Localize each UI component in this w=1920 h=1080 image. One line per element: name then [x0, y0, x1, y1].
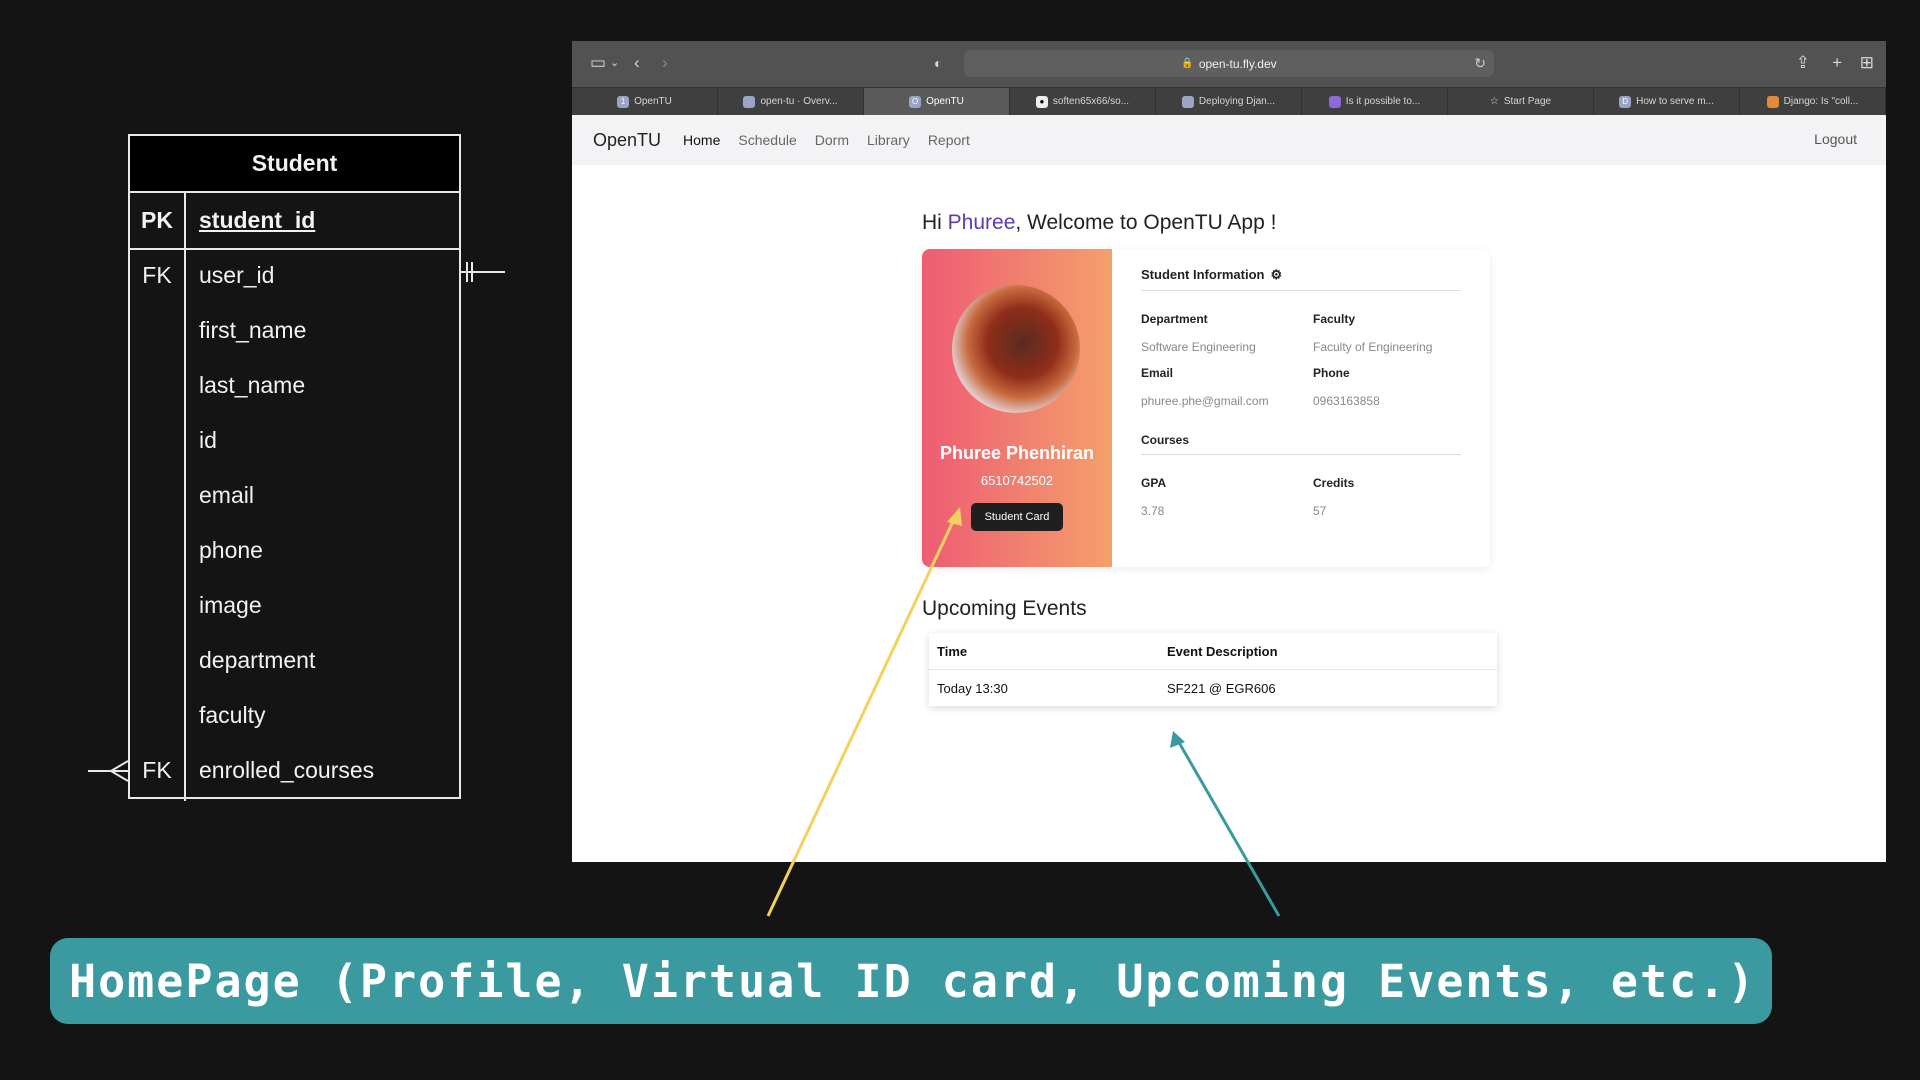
teal-arrow-head — [1170, 731, 1185, 748]
yellow-arrow-line — [766, 512, 959, 917]
yellow-arrow-head — [947, 507, 962, 526]
caption-banner: HomePage (Profile, Virtual ID card, Upco… — [50, 938, 1772, 1024]
annotation-arrows — [766, 507, 1281, 917]
caption-text: HomePage (Profile, Virtual ID card, Upco… — [69, 954, 1757, 1008]
teal-arrow-line — [1175, 738, 1281, 917]
